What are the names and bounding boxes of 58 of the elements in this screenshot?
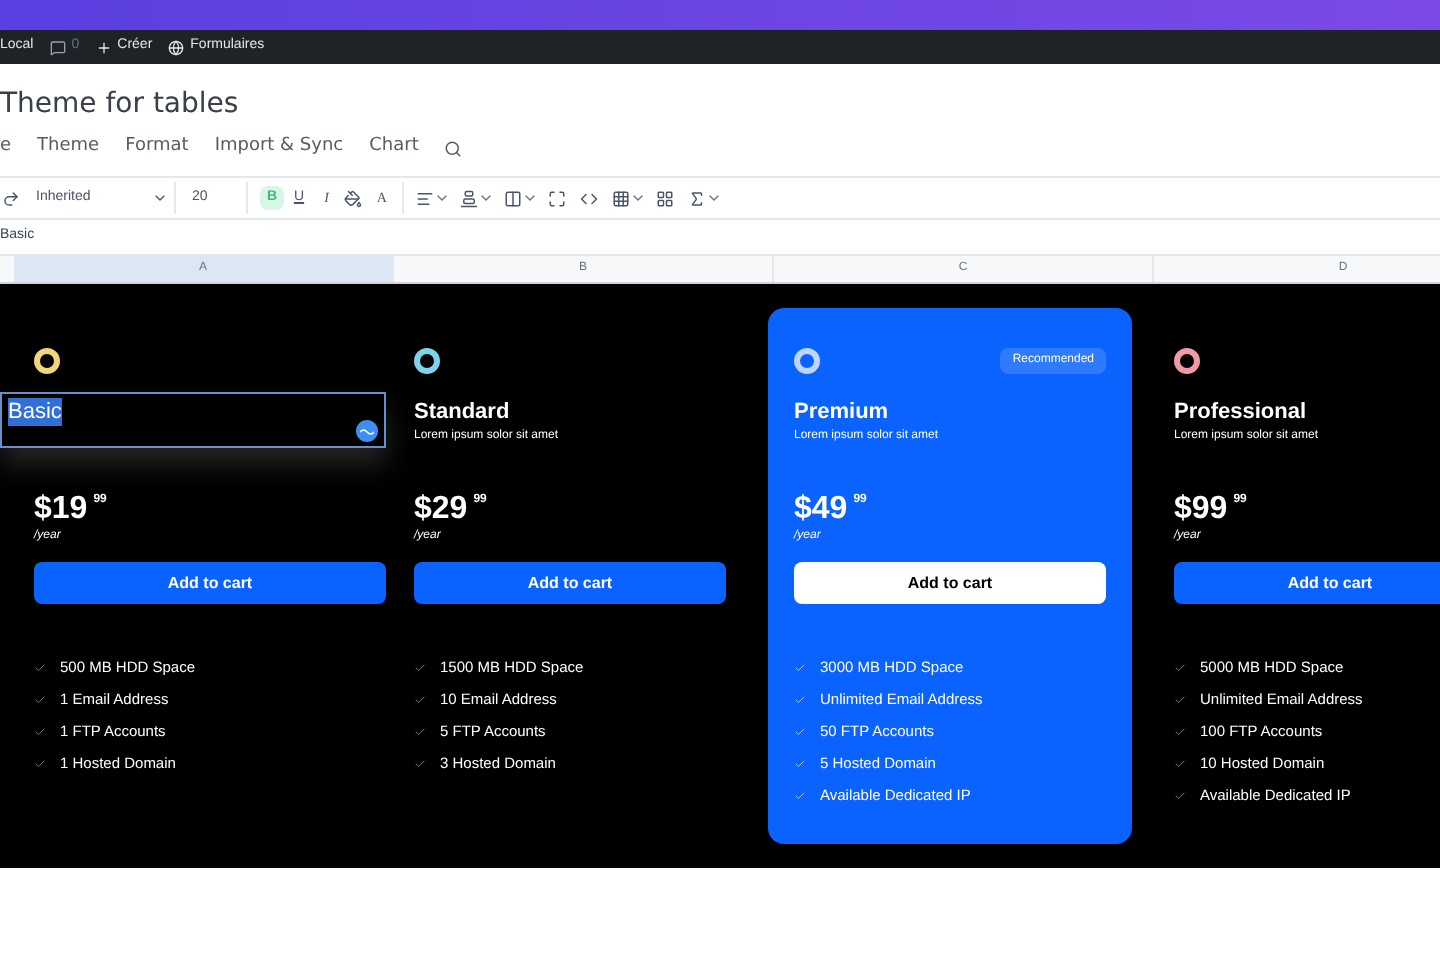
selected-text: Basic bbox=[8, 398, 62, 426]
price: $49 bbox=[794, 492, 848, 528]
price: $29 bbox=[414, 492, 468, 528]
check-icon bbox=[34, 726, 46, 738]
fill-color-icon[interactable] bbox=[344, 189, 363, 207]
caret-icon bbox=[434, 190, 451, 206]
caret-icon bbox=[152, 190, 168, 206]
plan-title: Premium bbox=[794, 400, 891, 426]
menu-item[interactable]: Chart bbox=[369, 134, 419, 162]
price: $99 bbox=[1174, 492, 1228, 528]
check-icon bbox=[1174, 662, 1186, 674]
comment-icon[interactable] bbox=[49, 39, 66, 55]
check-icon bbox=[414, 662, 426, 674]
check-icon bbox=[1174, 726, 1186, 738]
plus-icon[interactable] bbox=[95, 39, 112, 55]
wave-icon[interactable] bbox=[356, 420, 378, 442]
caret-icon bbox=[706, 190, 723, 206]
check-icon bbox=[794, 790, 806, 802]
check-icon bbox=[1174, 790, 1186, 802]
menu-item[interactable]: e bbox=[0, 134, 12, 162]
check-icon bbox=[34, 758, 46, 770]
caret-icon bbox=[522, 190, 539, 206]
plan-title: Standard bbox=[414, 400, 512, 426]
plan-title: Professional bbox=[1174, 400, 1309, 426]
add-to-cart-button[interactable]: Add to cart bbox=[794, 562, 1106, 604]
cell-editor[interactable]: Basic bbox=[0, 392, 386, 448]
cells-icon[interactable] bbox=[656, 189, 675, 207]
check-icon bbox=[414, 694, 426, 706]
check-icon bbox=[794, 758, 806, 770]
add-to-cart-button[interactable]: Add to cart bbox=[34, 562, 386, 604]
check-icon bbox=[1174, 758, 1186, 770]
expand-icon[interactable] bbox=[548, 189, 567, 207]
price: $19 bbox=[34, 492, 88, 528]
table-icon[interactable] bbox=[612, 189, 631, 207]
form-icon[interactable] bbox=[168, 39, 185, 55]
check-icon bbox=[414, 758, 426, 770]
menu-item[interactable]: Format bbox=[125, 134, 189, 162]
add-to-cart-button[interactable]: Add to cart bbox=[414, 562, 726, 604]
caret-icon bbox=[630, 190, 647, 206]
search-icon[interactable] bbox=[444, 139, 463, 157]
redo-icon[interactable] bbox=[2, 189, 20, 207]
check-icon bbox=[414, 726, 426, 738]
menu-item[interactable]: Theme bbox=[37, 134, 100, 162]
check-icon bbox=[794, 726, 806, 738]
align-icon[interactable] bbox=[416, 189, 435, 207]
check-icon bbox=[1174, 694, 1186, 706]
check-icon bbox=[794, 694, 806, 706]
columns-icon[interactable] bbox=[504, 189, 523, 207]
menu-item[interactable]: Import & Sync bbox=[214, 134, 344, 162]
check-icon bbox=[794, 662, 806, 674]
check-icon bbox=[34, 694, 46, 706]
sum-icon[interactable] bbox=[688, 189, 707, 207]
caret-icon bbox=[478, 190, 495, 206]
code-icon[interactable] bbox=[580, 189, 599, 207]
page-title: Theme for tables bbox=[0, 86, 241, 122]
vertical-align-icon[interactable] bbox=[460, 189, 479, 207]
add-to-cart-button[interactable]: Add to cart bbox=[1174, 562, 1440, 604]
check-icon bbox=[34, 662, 46, 674]
